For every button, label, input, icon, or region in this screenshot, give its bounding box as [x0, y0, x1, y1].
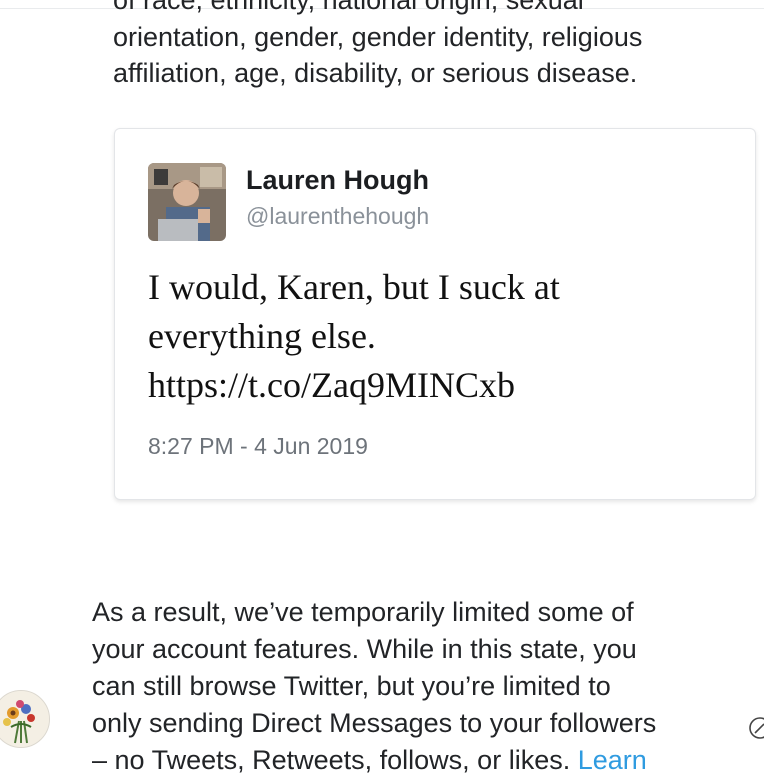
tweet-text: I would, Karen, but I suck at everything… [148, 263, 668, 410]
flower-bouquet-icon [0, 691, 49, 747]
result-line-3: can still browse Twitter, but you’re lim… [92, 671, 611, 701]
tweet-text-line-1: I would, Karen, but I suck at [148, 267, 560, 307]
tweet-timestamp[interactable]: 8:27 PM - 4 Jun 2019 [148, 433, 368, 460]
author-handle[interactable]: @laurenthehough [246, 203, 429, 230]
policy-line-3: affiliation, age, disability, or serious… [113, 58, 638, 88]
policy-line-2: orientation, gender, gender identity, re… [113, 21, 643, 52]
profile-photo-icon [148, 163, 226, 241]
result-line-1: As a result, we’ve temporarily limited s… [92, 597, 634, 627]
tweet-link[interactable]: https://t.co/Zaq9MINCxb [148, 361, 668, 410]
side-avatar[interactable] [0, 690, 50, 748]
result-line-2: your account features. While in this sta… [92, 634, 637, 664]
compose-icon[interactable] [748, 716, 764, 740]
tweet-text-line-2: everything else. [148, 316, 376, 356]
result-line-5-text: – no Tweets, Retweets, follows, or likes… [92, 745, 571, 775]
policy-line-1: of race, ethnicity, national origin, sex… [113, 0, 584, 15]
author-avatar[interactable] [148, 163, 226, 241]
result-line-5: – no Tweets, Retweets, follows, or likes… [92, 742, 742, 779]
author-name[interactable]: Lauren Hough [246, 165, 429, 196]
edit-pen-icon [749, 717, 764, 739]
embedded-tweet-card[interactable]: Lauren Hough @laurenthehough I would, Ka… [114, 128, 756, 500]
learn-more-link[interactable]: Learn [578, 745, 647, 775]
result-paragraph: As a result, we’ve temporarily limited s… [92, 594, 742, 779]
policy-paragraph: of race, ethnicity, national origin, sex… [113, 0, 713, 92]
result-line-4: only sending Direct Messages to your fol… [92, 708, 657, 738]
